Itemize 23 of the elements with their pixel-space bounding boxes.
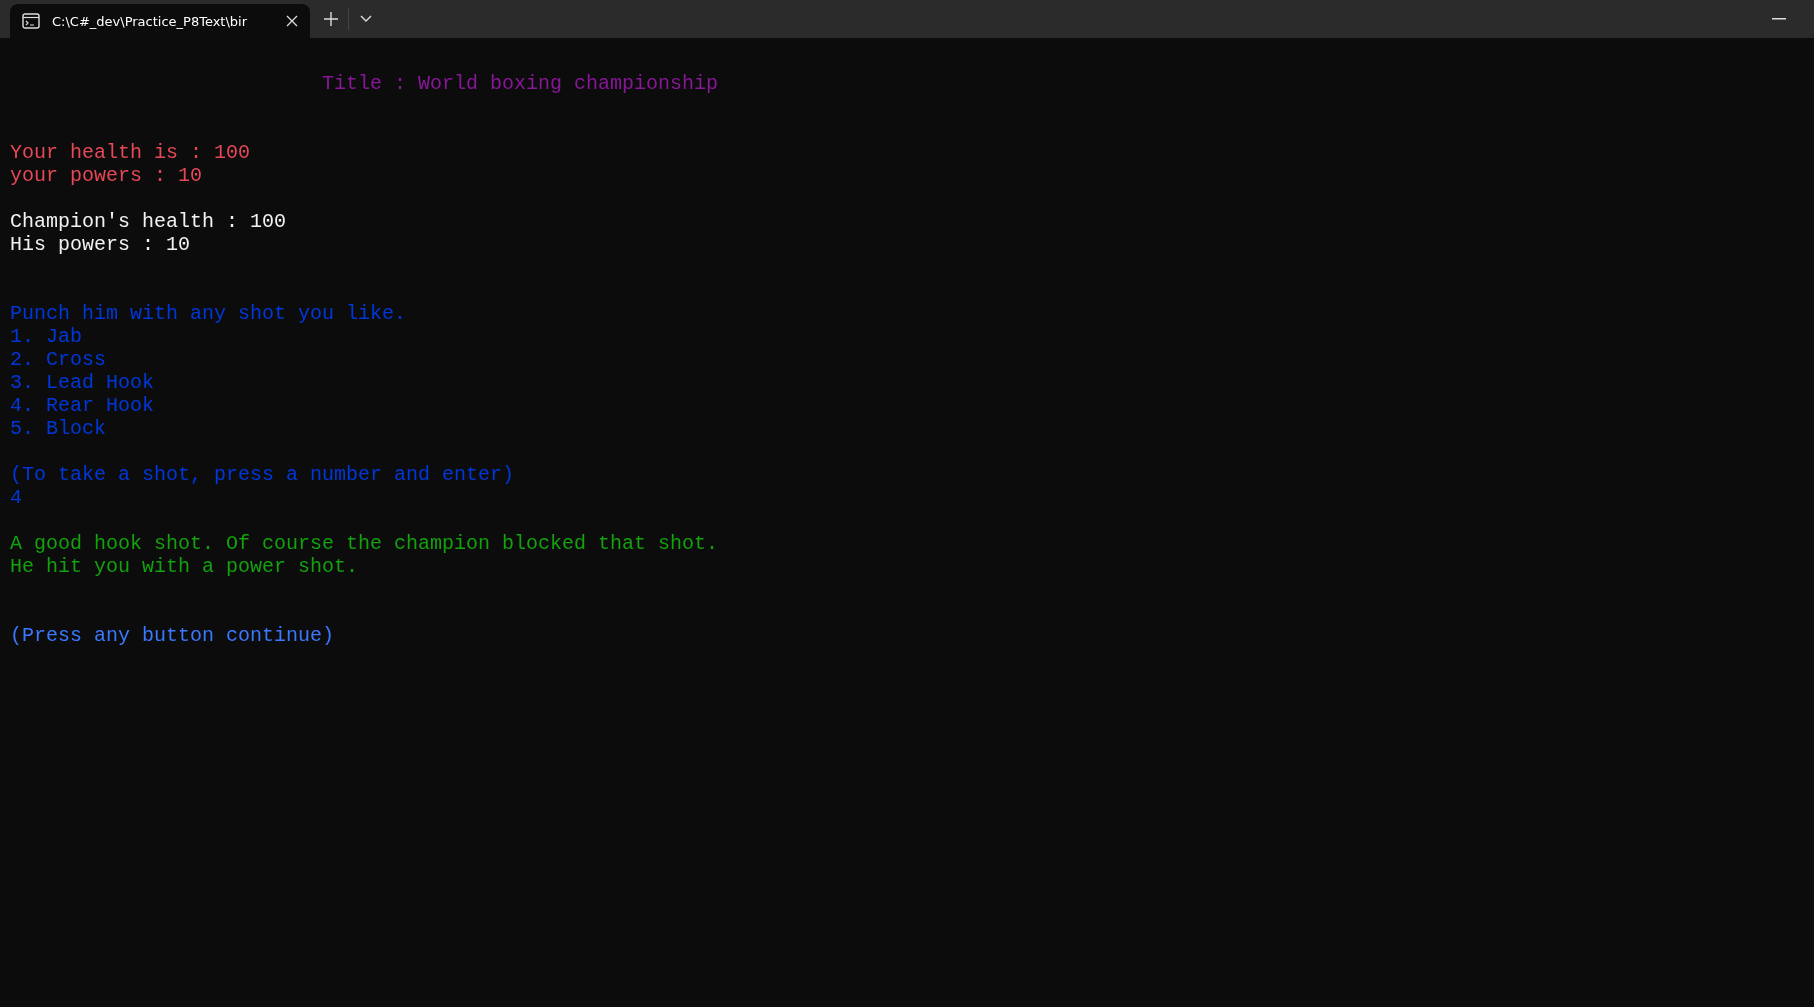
console-line: 1. Jab: [10, 325, 82, 348]
console-line: Punch him with any shot you like.: [10, 302, 407, 325]
chevron-down-icon[interactable]: [360, 15, 372, 23]
console-line: your powers : 10: [10, 164, 203, 187]
console-line: (To take a shot, press a number and enter): [10, 463, 515, 486]
tab-title: C:\C#_dev\Practice_P8Text\bir: [52, 13, 249, 29]
terminal-tab[interactable]: C:\C#_dev\Practice_P8Text\bir: [10, 4, 310, 38]
close-icon[interactable]: [286, 15, 298, 27]
console-title: Title : World boxing championship: [322, 72, 719, 95]
console-line: 3. Lead Hook: [10, 371, 155, 394]
console-line: He hit you with a power shot.: [10, 555, 359, 578]
console-line: (Press any button continue): [10, 624, 335, 647]
console-line: 5. Block: [10, 417, 106, 440]
console-line: Champion's health : 100: [10, 210, 287, 233]
plus-icon[interactable]: [324, 12, 338, 26]
console-line: His powers : 10: [10, 233, 191, 256]
console-line: 4. Rear Hook: [10, 394, 155, 417]
minimize-icon[interactable]: [1772, 18, 1786, 20]
console-icon: [22, 13, 40, 29]
console-line: 2. Cross: [10, 348, 106, 371]
console-line: Your health is : 100: [10, 141, 251, 164]
console-line: A good hook shot. Of course the champion blocked that shot.: [10, 532, 719, 555]
typed-text: 4: [10, 486, 22, 509]
